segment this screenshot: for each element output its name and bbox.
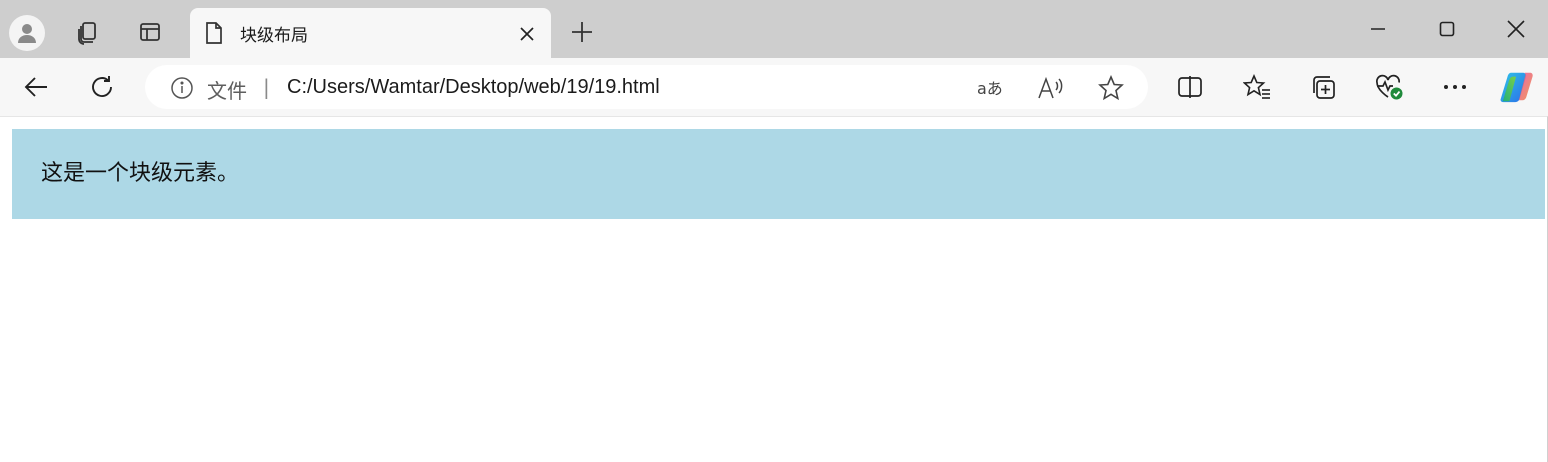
translate-icon[interactable]: aあ bbox=[974, 71, 1008, 105]
back-arrow-icon[interactable] bbox=[18, 69, 54, 105]
more-icon[interactable] bbox=[1437, 69, 1473, 105]
tab-actions-icon[interactable] bbox=[132, 14, 168, 50]
refresh-icon[interactable] bbox=[84, 69, 120, 105]
window-close-icon[interactable] bbox=[1492, 10, 1540, 48]
split-screen-icon[interactable] bbox=[1172, 69, 1208, 105]
page-icon bbox=[202, 20, 226, 46]
browser-window: 块级布局 文件 | C:/Users/Wamtar/Desktop/web/19… bbox=[0, 0, 1548, 462]
read-aloud-icon[interactable] bbox=[1034, 71, 1068, 105]
copilot-icon[interactable] bbox=[1499, 69, 1535, 105]
navigation-toolbar: 文件 | C:/Users/Wamtar/Desktop/web/19/19.h… bbox=[0, 58, 1548, 116]
maximize-icon[interactable] bbox=[1423, 10, 1471, 48]
minimize-icon[interactable] bbox=[1354, 10, 1402, 48]
profile-avatar-icon[interactable] bbox=[9, 15, 45, 51]
close-icon[interactable] bbox=[514, 21, 540, 47]
star-icon[interactable] bbox=[1094, 71, 1128, 105]
tab-active[interactable]: 块级布局 bbox=[190, 8, 551, 60]
info-icon[interactable] bbox=[169, 75, 195, 101]
tab-title: 块级布局 bbox=[240, 26, 308, 46]
address-scheme-label: 文件 bbox=[207, 79, 247, 103]
address-bar[interactable]: 文件 | C:/Users/Wamtar/Desktop/web/19/19.h… bbox=[145, 65, 1148, 109]
workspaces-icon[interactable] bbox=[69, 14, 105, 50]
block-element: 这是一个块级元素。 bbox=[12, 129, 1545, 219]
svg-text:aあ: aあ bbox=[977, 79, 1003, 98]
browser-essentials-icon[interactable] bbox=[1371, 69, 1407, 105]
tab-strip: 块级布局 bbox=[0, 0, 1548, 60]
address-url[interactable]: C:/Users/Wamtar/Desktop/web/19/19.html bbox=[287, 76, 660, 99]
collections-icon[interactable] bbox=[1305, 69, 1341, 105]
favorites-icon[interactable] bbox=[1239, 69, 1275, 105]
plus-icon[interactable] bbox=[564, 14, 600, 50]
block-element-text: 这是一个块级元素。 bbox=[41, 161, 240, 186]
page-viewport: 这是一个块级元素。 bbox=[0, 116, 1548, 462]
address-separator: | bbox=[263, 75, 270, 99]
